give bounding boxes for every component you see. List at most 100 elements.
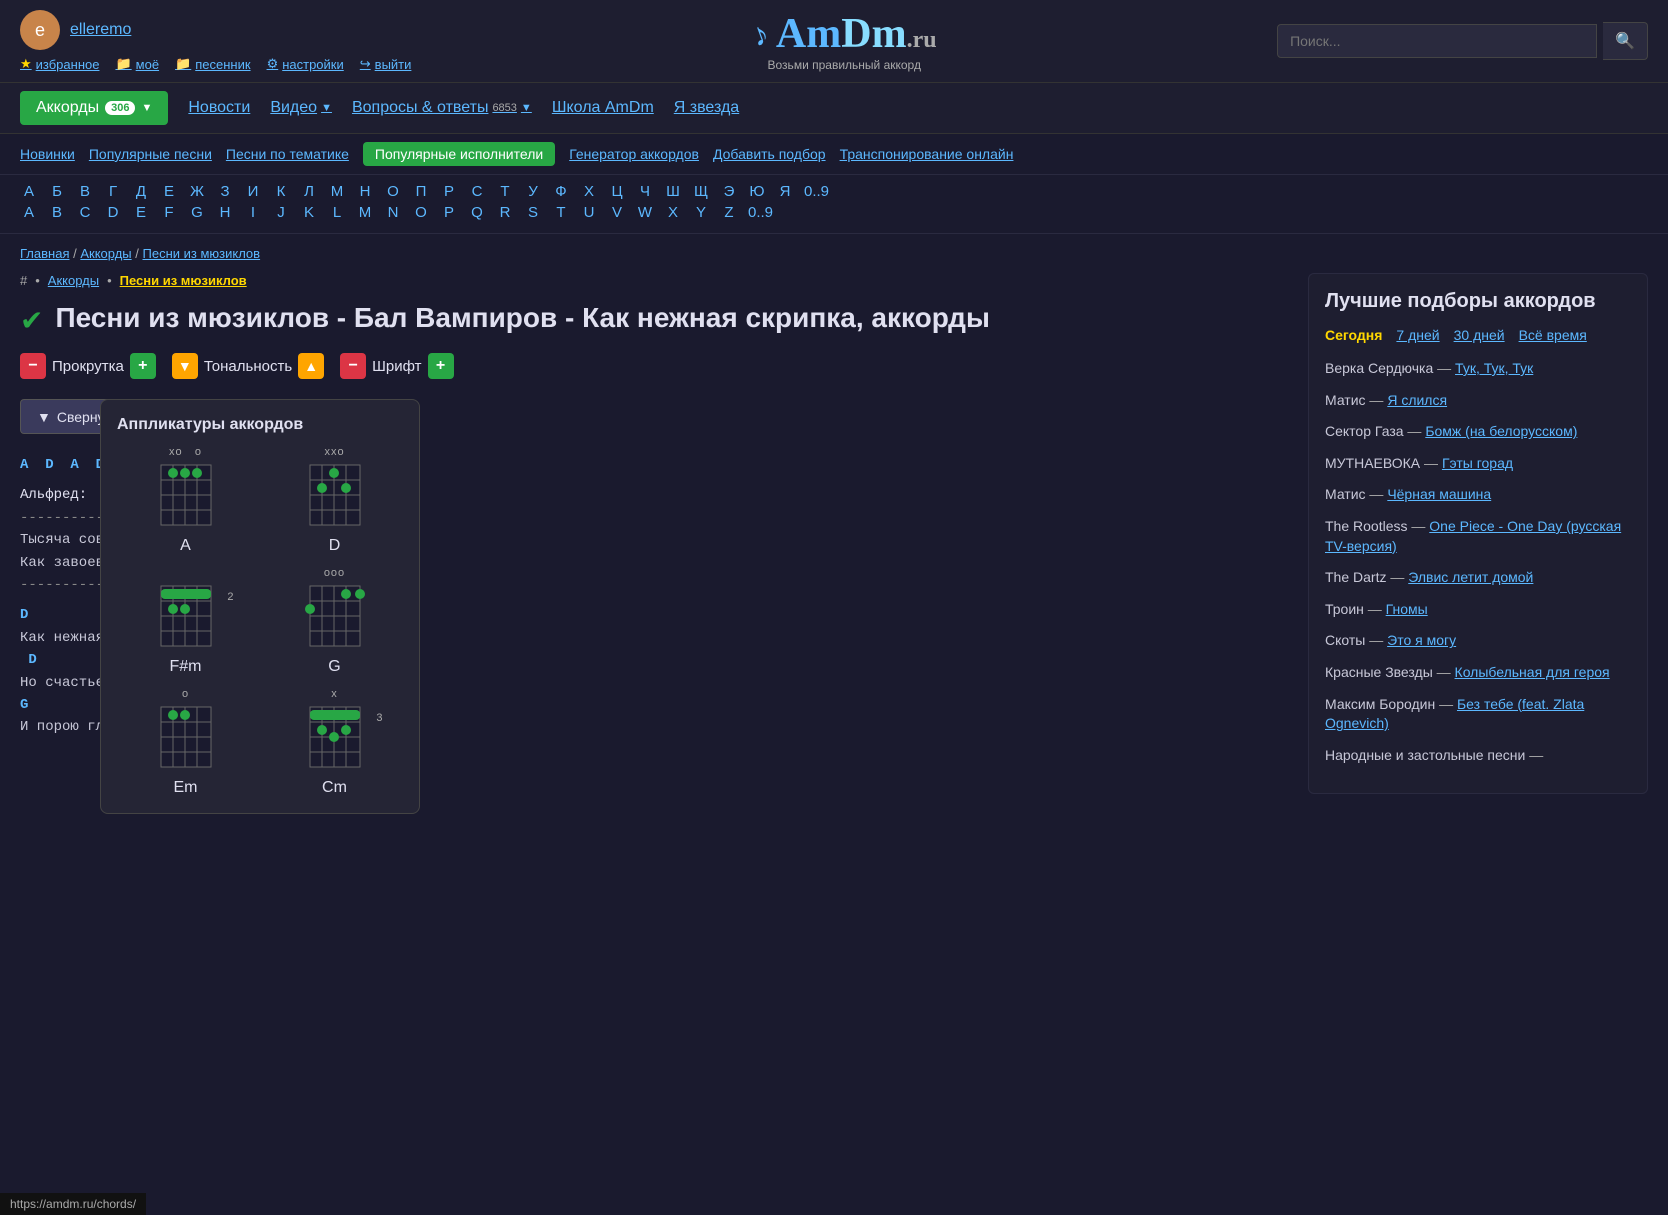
alpha-en-w[interactable]: W xyxy=(636,204,654,221)
alpha-en-g[interactable]: G xyxy=(188,204,206,221)
alpha-en-u[interactable]: U xyxy=(580,204,598,221)
alpha-ru-m[interactable]: М xyxy=(328,183,346,200)
font-plus-button[interactable]: + xyxy=(428,353,454,379)
alpha-en-m[interactable]: M xyxy=(356,204,374,221)
alpha-ru-s[interactable]: С xyxy=(468,183,486,200)
alpha-ru-r[interactable]: Р xyxy=(440,183,458,200)
alpha-en-s[interactable]: S xyxy=(524,204,542,221)
alpha-ru-yu[interactable]: Ю xyxy=(748,183,766,200)
alpha-en-09[interactable]: 0..9 xyxy=(748,204,773,221)
sidebar-song-8[interactable]: Гномы xyxy=(1386,601,1428,617)
sidebar-song-1[interactable]: Тук, Тук, Тук xyxy=(1455,360,1533,376)
sidebar-song-5[interactable]: Чёрная машина xyxy=(1387,486,1491,502)
alpha-ru-n[interactable]: Н xyxy=(356,183,374,200)
alpha-en-x[interactable]: X xyxy=(664,204,682,221)
video-nav-link[interactable]: Видео ▼ xyxy=(270,99,332,117)
alpha-ru-k[interactable]: К xyxy=(272,183,290,200)
sidebar-song-7[interactable]: Элвис летит домой xyxy=(1408,569,1533,585)
alpha-ru-shch[interactable]: Щ xyxy=(692,183,710,200)
nav-settings[interactable]: ⚙ настройки xyxy=(267,56,344,72)
alpha-ru-l[interactable]: Л xyxy=(300,183,318,200)
alpha-ru-ts[interactable]: Ц xyxy=(608,183,626,200)
alpha-ru-p[interactable]: П xyxy=(412,183,430,200)
scroll-minus-button[interactable]: − xyxy=(20,353,46,379)
alpha-ru-t[interactable]: Т xyxy=(496,183,514,200)
alpha-en-e[interactable]: E xyxy=(132,204,150,221)
alpha-ru-g[interactable]: Г xyxy=(104,183,122,200)
breadcrumb-home[interactable]: Главная xyxy=(20,246,69,261)
username-link[interactable]: elleremo xyxy=(70,21,131,39)
nav-favorites[interactable]: ★ избранное xyxy=(20,56,99,72)
alpha-ru-09[interactable]: 0..9 xyxy=(804,183,829,200)
alpha-en-l[interactable]: L xyxy=(328,204,346,221)
scroll-plus-button[interactable]: + xyxy=(130,353,156,379)
alpha-ru-d[interactable]: Д xyxy=(132,183,150,200)
tag-musicals-link[interactable]: Песни из мюзиклов xyxy=(120,273,247,288)
alpha-ru-zh[interactable]: Ж xyxy=(188,183,206,200)
alpha-ru-v[interactable]: В xyxy=(76,183,94,200)
alpha-ru-a[interactable]: А xyxy=(20,183,38,200)
alpha-en-h[interactable]: H xyxy=(216,204,234,221)
subnav-themes[interactable]: Песни по тематике xyxy=(226,146,349,162)
sidebar-song-10[interactable]: Колыбельная для героя xyxy=(1455,664,1610,680)
alpha-en-c[interactable]: C xyxy=(76,204,94,221)
time-tab-30days[interactable]: 30 дней xyxy=(1454,327,1505,343)
alpha-ru-z[interactable]: З xyxy=(216,183,234,200)
font-minus-button[interactable]: − xyxy=(340,353,366,379)
tone-up-button[interactable]: ▲ xyxy=(298,353,324,379)
alpha-ru-b[interactable]: Б xyxy=(48,183,66,200)
qa-nav-link[interactable]: Вопросы & ответы 6853 ▼ xyxy=(352,99,532,117)
school-nav-link[interactable]: Школа AmDm xyxy=(552,99,654,117)
alpha-ru-u[interactable]: У xyxy=(524,183,542,200)
alpha-ru-f[interactable]: Ф xyxy=(552,183,570,200)
alpha-en-n[interactable]: N xyxy=(384,204,402,221)
alpha-ru-kh[interactable]: Х xyxy=(580,183,598,200)
subnav-popular-songs[interactable]: Популярные песни xyxy=(89,146,212,162)
time-tab-7days[interactable]: 7 дней xyxy=(1396,327,1439,343)
alpha-ru-sh[interactable]: Ш xyxy=(664,183,682,200)
alpha-en-a[interactable]: A xyxy=(20,204,38,221)
news-nav-link[interactable]: Новости xyxy=(188,99,250,117)
time-tab-alltime[interactable]: Всё время xyxy=(1519,327,1587,343)
alpha-ru-ya[interactable]: Я xyxy=(776,183,794,200)
subnav-add[interactable]: Добавить подбор xyxy=(713,146,826,162)
tag-chords-link[interactable]: Аккорды xyxy=(48,273,99,288)
alpha-en-v[interactable]: V xyxy=(608,204,626,221)
tone-down-button[interactable]: ▼ xyxy=(172,353,198,379)
alpha-en-f[interactable]: F xyxy=(160,204,178,221)
sidebar-song-9[interactable]: Это я могу xyxy=(1387,632,1456,648)
alpha-ru-ch[interactable]: Ч xyxy=(636,183,654,200)
chords-nav-button[interactable]: Аккорды 306 ▼ xyxy=(20,91,168,125)
search-input[interactable] xyxy=(1277,24,1597,58)
sidebar-song-4[interactable]: Гэты горад xyxy=(1442,455,1513,471)
alpha-en-p[interactable]: P xyxy=(440,204,458,221)
subnav-transposition[interactable]: Транспонирование онлайн xyxy=(840,146,1014,162)
alpha-en-d[interactable]: D xyxy=(104,204,122,221)
alpha-en-k[interactable]: K xyxy=(300,204,318,221)
subnav-new[interactable]: Новинки xyxy=(20,146,75,162)
search-button[interactable]: 🔍 xyxy=(1603,22,1648,60)
alpha-en-j[interactable]: J xyxy=(272,204,290,221)
alpha-en-o[interactable]: O xyxy=(412,204,430,221)
alpha-en-i[interactable]: I xyxy=(244,204,262,221)
alpha-en-y[interactable]: Y xyxy=(692,204,710,221)
alpha-en-b[interactable]: B xyxy=(48,204,66,221)
breadcrumb-chords[interactable]: Аккорды xyxy=(80,246,131,261)
nav-logout[interactable]: ↪ выйти xyxy=(360,56,412,72)
alpha-ru-e2[interactable]: Э xyxy=(720,183,738,200)
alpha-en-r[interactable]: R xyxy=(496,204,514,221)
time-tab-today[interactable]: Сегодня xyxy=(1325,327,1382,343)
star-nav-link[interactable]: Я звезда xyxy=(674,99,739,117)
subnav-popular-artists[interactable]: Популярные исполнители xyxy=(363,142,555,166)
alpha-ru-o[interactable]: О xyxy=(384,183,402,200)
breadcrumb-musicals[interactable]: Песни из мюзиклов xyxy=(143,246,261,261)
subnav-generator[interactable]: Генератор аккордов xyxy=(569,146,699,162)
sidebar-song-2[interactable]: Я слился xyxy=(1387,392,1447,408)
nav-my[interactable]: 📁 моё xyxy=(115,56,159,72)
alpha-ru-e[interactable]: Е xyxy=(160,183,178,200)
alpha-ru-i[interactable]: И xyxy=(244,183,262,200)
alpha-en-z[interactable]: Z xyxy=(720,204,738,221)
alpha-en-q[interactable]: Q xyxy=(468,204,486,221)
sidebar-song-3[interactable]: Бомж (на белорусском) xyxy=(1425,423,1577,439)
alpha-en-t[interactable]: T xyxy=(552,204,570,221)
